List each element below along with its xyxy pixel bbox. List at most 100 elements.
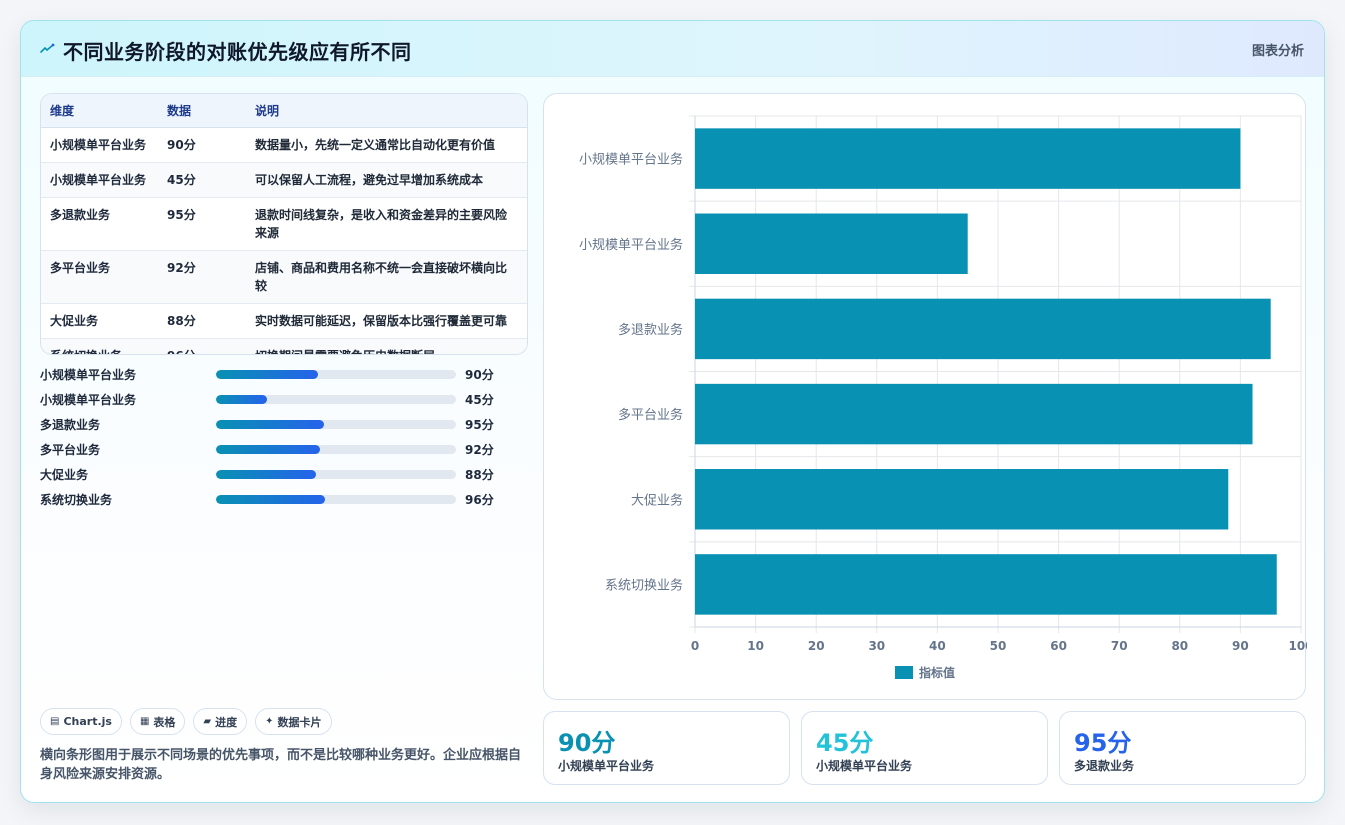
progress-track: [216, 395, 456, 404]
table-cell-dimension: 系统切换业务: [41, 338, 158, 355]
table-cell-value: 92分: [158, 250, 246, 304]
x-tick-label: 80: [1171, 639, 1188, 653]
x-tick-label: 40: [929, 639, 946, 653]
x-tick-label: 10: [747, 639, 764, 653]
table-cell-value: 90分: [158, 127, 246, 163]
chip-label: 表格: [153, 715, 176, 729]
data-table: 维度 数据 说明 小规模单平台业务 90分 数据量小，先统一定义通常比自动化更有…: [40, 93, 528, 355]
kpi-value: 90分: [558, 729, 616, 757]
progress-label: 系统切换业务: [40, 493, 113, 507]
bar: [695, 213, 968, 274]
bar: [695, 469, 1229, 530]
chip-progress[interactable]: ▰ 进度: [193, 708, 248, 735]
column-header-value: 数据: [158, 94, 246, 128]
progress-label: 小规模单平台业务: [40, 368, 137, 382]
card-icon: ✦: [265, 716, 274, 727]
progress-row: 大促业务 88分: [40, 466, 510, 491]
kpi-card: 90分 小规模单平台业务: [543, 711, 790, 785]
table-cell-dimension: 大促业务: [41, 303, 158, 339]
x-tick-label: 50: [990, 639, 1007, 653]
kpi-value: 95分: [1074, 729, 1132, 757]
chip-label: 数据卡片: [277, 715, 322, 729]
x-tick-label: 70: [1111, 639, 1128, 653]
table-cell-note: 实时数据可能延迟，保留版本比强行覆盖更可靠: [246, 303, 527, 339]
x-tick-label: 90: [1232, 639, 1249, 653]
table-icon: ▦: [139, 716, 150, 727]
progress-icon: ▰: [203, 716, 212, 727]
kpi-card: 95分 多退款业务: [1059, 711, 1306, 785]
kpi-label: 小规模单平台业务: [816, 759, 913, 773]
x-tick-label: 60: [1050, 639, 1067, 653]
progress-value: 90分: [465, 368, 494, 382]
progress-value: 88分: [465, 468, 494, 482]
progress-label: 小规模单平台业务: [40, 393, 137, 407]
progress-row: 多退款业务 95分: [40, 416, 510, 441]
progress-value: 95分: [465, 418, 494, 432]
chart-panel: 0 10 20 30 40 50 60 70 80 90 100 小规模单平台业务小规模单平台业务多退…: [543, 93, 1307, 700]
table-cell-dimension: 多退款业务: [41, 197, 158, 251]
progress-track: [216, 420, 456, 429]
progress-label: 多平台业务: [40, 443, 101, 457]
bar: [695, 298, 1271, 360]
main-card: 不同业务阶段的对账优先级应有所不同 图表分析 维度 数据 说明 小规模单平台业务…: [20, 20, 1325, 803]
kpi-card: 45分 小规模单平台业务: [801, 711, 1048, 785]
table-row: 系统切换业务 96分 切换期间最需要避免历史数据断层: [41, 338, 527, 355]
y-category-label: 多平台业务: [618, 407, 683, 423]
progress-track: [216, 470, 456, 479]
chip-chart[interactable]: ▤ Chart.js: [40, 708, 122, 735]
progress-fill: [216, 495, 325, 504]
footnote: 横向条形图用于展示不同场景的优先事项，而不是比较哪种业务更好。企业应根据自身风险…: [40, 748, 522, 782]
progress-label: 多退款业务: [40, 418, 101, 432]
table-cell-note: 数据量小，先统一定义通常比自动化更有价值: [246, 127, 527, 163]
progress-row: 小规模单平台业务 90分: [40, 366, 510, 391]
table-cell-value: 95分: [158, 197, 246, 251]
x-tick-label: 0: [691, 639, 699, 653]
chip-table[interactable]: ▦ 表格: [129, 708, 186, 735]
progress-list: 小规模单平台业务 90分小规模单平台业务 45分多退款业务 95分多平台业务 92分大促…: [40, 366, 510, 516]
sparkle-icon: [40, 43, 55, 53]
kpi-label: 小规模单平台业务: [558, 759, 655, 773]
progress-fill: [216, 445, 321, 454]
progress-fill: [216, 395, 267, 404]
table-row: 大促业务 88分 实时数据可能延迟，保留版本比强行覆盖更可靠: [41, 303, 527, 339]
table-header-row: 维度 数据 说明: [41, 94, 527, 128]
progress-row: 多平台业务 92分: [40, 441, 510, 466]
progress-row: 系统切换业务 96分: [40, 491, 510, 516]
chip-label: Chart.js: [63, 715, 112, 728]
table-cell-note: 店铺、商品和费用名称不统一会直接破坏横向比较: [246, 250, 527, 304]
table-cell-value: 88分: [158, 303, 246, 339]
chip-card[interactable]: ✦ 数据卡片: [255, 708, 332, 735]
page-title: 不同业务阶段的对账优先级应有所不同: [63, 40, 412, 64]
table-row: 多退款业务 95分 退款时间线复杂，是收入和资金差异的主要风险来源: [41, 197, 527, 251]
table-cell-dimension: 小规模单平台业务: [41, 162, 158, 198]
x-tick-label: 30: [868, 639, 885, 653]
y-category-label: 小规模单平台业务: [579, 237, 683, 253]
chart-icon: ▤: [50, 716, 60, 727]
progress-value: 92分: [465, 443, 494, 457]
y-category-label: 多退款业务: [618, 322, 683, 338]
header: 不同业务阶段的对账优先级应有所不同 图表分析: [21, 21, 1324, 77]
chip-label: 进度: [215, 715, 238, 729]
table-cell-note: 可以保留人工流程，避免过早增加系统成本: [246, 162, 527, 198]
legend-label: 指标值: [919, 665, 955, 680]
progress-track: [216, 495, 456, 504]
table-cell-dimension: 多平台业务: [41, 250, 158, 304]
view-chips: ▤ Chart.js ▦ 表格 ▰ 进度 ✦ 数据卡片: [40, 708, 332, 735]
column-header-note: 说明: [246, 94, 527, 128]
bar: [695, 383, 1253, 445]
table-cell-note: 退款时间线复杂，是收入和资金差异的主要风险来源: [246, 197, 527, 251]
progress-track: [216, 370, 456, 379]
x-tick-label: 20: [808, 639, 825, 653]
kpi-label: 多退款业务: [1074, 759, 1135, 773]
legend-swatch: [895, 666, 913, 679]
progress-label: 大促业务: [40, 468, 89, 482]
progress-row: 小规模单平台业务 45分: [40, 391, 510, 416]
table-cell-value: 96分: [158, 338, 246, 355]
column-header-dimension: 维度: [41, 94, 158, 128]
kpi-value: 45分: [816, 729, 874, 757]
progress-fill: [216, 370, 318, 379]
progress-fill: [216, 470, 316, 479]
bar: [695, 128, 1241, 189]
x-tick-label: 100: [1288, 639, 1307, 653]
table-cell-value: 45分: [158, 162, 246, 198]
